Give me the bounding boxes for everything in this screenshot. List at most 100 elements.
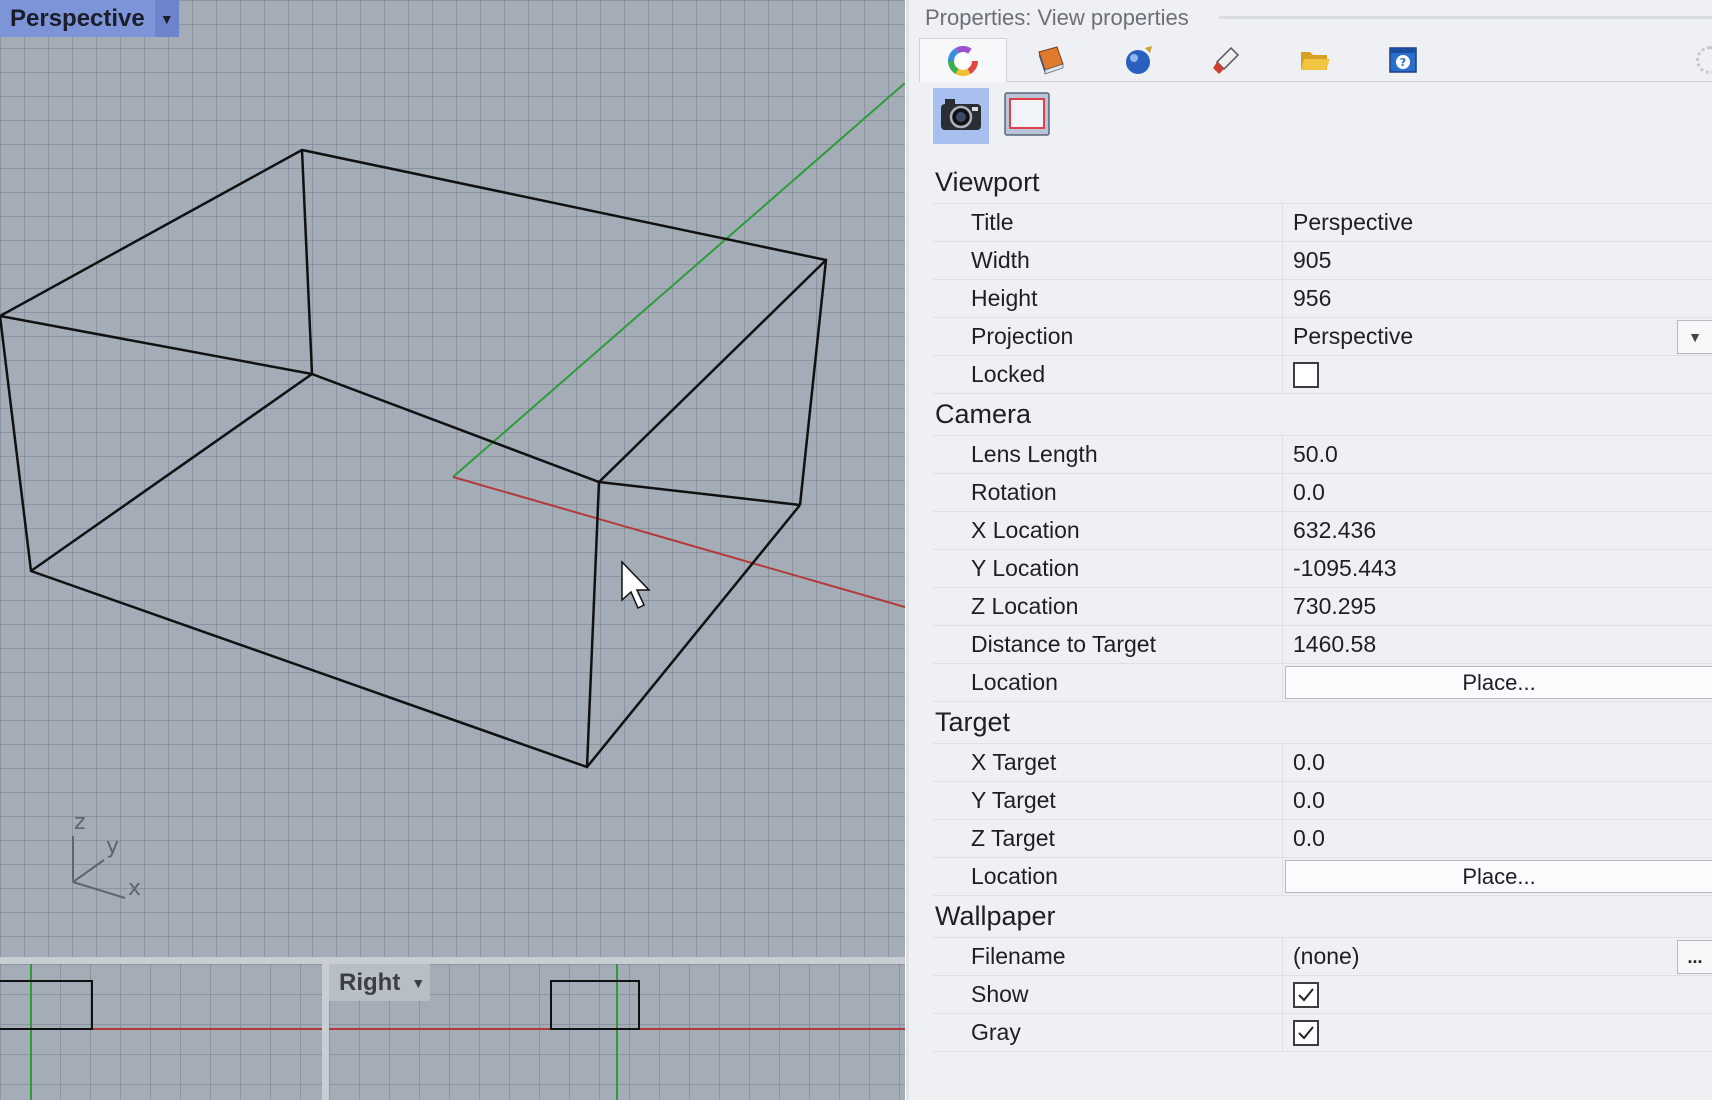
width-field[interactable]: 905 <box>1283 242 1712 279</box>
prop-label: Location <box>933 664 1283 701</box>
prop-label: Gray <box>933 1014 1283 1051</box>
prop-row-locked: Locked <box>933 356 1712 394</box>
prop-label: Z Target <box>933 820 1283 857</box>
prop-row-height: Height 956 <box>933 280 1712 318</box>
height-field[interactable]: 956 <box>1283 280 1712 317</box>
target-place-button[interactable]: Place... <box>1285 860 1712 893</box>
top-scene <box>0 964 322 1100</box>
panel-header-divider <box>1219 16 1712 19</box>
viewport-title[interactable]: Perspective <box>10 5 145 33</box>
projection-value: Perspective <box>1293 323 1414 349</box>
axis-label-y: y <box>106 834 120 859</box>
right-viewport-menu-caret-icon[interactable]: ▼ <box>406 964 430 1001</box>
checkmark-icon <box>1298 1025 1314 1039</box>
mouse-cursor-icon <box>621 560 651 610</box>
x-location-field[interactable]: 632.436 <box>1283 512 1712 549</box>
locked-checkbox[interactable] <box>1293 361 1319 388</box>
perspective-viewport[interactable]: z y x Perspective ▼ <box>0 0 905 957</box>
z-location-field[interactable]: 730.295 <box>1283 588 1712 625</box>
prop-row-distance-to-target: Distance to Target 1460.58 <box>933 626 1712 664</box>
browse-button[interactable]: ... <box>1677 940 1712 974</box>
camera-location-cell: Place... <box>1283 664 1712 701</box>
prop-label: Y Target <box>933 782 1283 819</box>
section-wallpaper-title: Wallpaper <box>933 896 1712 938</box>
prop-row-x-location: X Location 632.436 <box>933 512 1712 550</box>
prop-label: Show <box>933 976 1283 1013</box>
prop-row-gray: Gray <box>933 1014 1712 1052</box>
tab-view-properties[interactable] <box>919 38 1007 82</box>
tab-environment[interactable] <box>1095 38 1183 82</box>
x-target-field[interactable]: 0.0 <box>1283 744 1712 781</box>
prop-label: Z Location <box>933 588 1283 625</box>
viewport-title-tab[interactable]: Perspective ▼ <box>0 0 179 37</box>
show-value-cell <box>1283 976 1712 1013</box>
prop-row-x-target: X Target 0.0 <box>933 744 1712 782</box>
tab-material[interactable] <box>1007 38 1095 82</box>
top-viewport[interactable] <box>0 964 322 1100</box>
right-viewport-title[interactable]: Right <box>339 969 400 997</box>
section-target-title: Target <box>933 702 1712 744</box>
prop-label: Title <box>933 204 1283 241</box>
prop-row-z-location: Z Location 730.295 <box>933 588 1712 626</box>
prop-row-y-location: Y Location -1095.443 <box>933 550 1712 588</box>
color-wheel-icon <box>947 45 979 77</box>
right-viewport-title-tab[interactable]: Right ▼ <box>329 964 431 1001</box>
tab-help[interactable]: ? <box>1359 38 1447 82</box>
prop-label: Rotation <box>933 474 1283 511</box>
prop-row-y-target: Y Target 0.0 <box>933 782 1712 820</box>
prop-row-lens-length: Lens Length 50.0 <box>933 436 1712 474</box>
tab-files[interactable] <box>1271 38 1359 82</box>
viewport-area: z y x Perspective ▼ Right ▼ <box>0 0 905 1100</box>
title-field[interactable]: Perspective <box>1283 204 1712 241</box>
section-camera-title: Camera <box>933 394 1712 436</box>
x-axis-line <box>452 476 905 608</box>
camera-place-button[interactable]: Place... <box>1285 666 1712 699</box>
y-axis-line <box>452 82 905 478</box>
environment-sphere-icon <box>1123 44 1155 76</box>
box-wireframe <box>0 148 828 769</box>
rotation-field[interactable]: 0.0 <box>1283 474 1712 511</box>
locked-value-cell <box>1283 356 1712 393</box>
show-checkbox[interactable] <box>1293 981 1319 1008</box>
prop-row-show: Show <box>933 976 1712 1014</box>
svg-text:?: ? <box>1400 56 1406 69</box>
perspective-scene <box>0 82 905 899</box>
camera-subpage-button[interactable] <box>933 88 989 144</box>
prop-label: Width <box>933 242 1283 279</box>
right-viewport[interactable]: Right ▼ <box>329 964 905 1100</box>
view-subpage-icons <box>933 88 1055 144</box>
y-location-field[interactable]: -1095.443 <box>1283 550 1712 587</box>
axis-label-z: z <box>74 810 86 835</box>
prop-row-rotation: Rotation 0.0 <box>933 474 1712 512</box>
lens-length-field[interactable]: 50.0 <box>1283 436 1712 473</box>
distance-to-target-field[interactable]: 1460.58 <box>1283 626 1712 663</box>
checkmark-icon <box>1298 987 1314 1001</box>
prop-row-camera-location: Location Place... <box>933 664 1712 702</box>
panel-tabs: ? <box>919 38 1712 82</box>
viewport-frame-icon <box>1004 91 1050 141</box>
prop-label: Height <box>933 280 1283 317</box>
axis-label-x: x <box>128 876 142 901</box>
y-target-field[interactable]: 0.0 <box>1283 782 1712 819</box>
prop-label: Projection <box>933 318 1283 355</box>
prop-label: Locked <box>933 356 1283 393</box>
prop-label: Filename <box>933 938 1283 975</box>
prop-label: Y Location <box>933 550 1283 587</box>
prop-row-projection: Projection Perspective ▼ <box>933 318 1712 356</box>
filename-field[interactable]: (none) ... <box>1283 938 1712 975</box>
chevron-down-icon[interactable]: ▼ <box>1677 320 1712 354</box>
prop-row-target-location: Location Place... <box>933 858 1712 896</box>
gray-checkbox[interactable] <box>1293 1019 1319 1046</box>
section-viewport-title: Viewport <box>933 162 1712 204</box>
tab-decal[interactable] <box>1183 38 1271 82</box>
material-book-icon <box>1035 44 1067 76</box>
z-target-field[interactable]: 0.0 <box>1283 820 1712 857</box>
properties-panel: Properties: View properties ? Viewport T… <box>906 0 1712 1100</box>
prop-label: Lens Length <box>933 436 1283 473</box>
viewport-frame-subpage-button[interactable] <box>999 88 1055 144</box>
viewport-menu-caret-icon[interactable]: ▼ <box>154 0 179 37</box>
prop-label: Location <box>933 858 1283 895</box>
projection-select[interactable]: Perspective ▼ <box>1283 318 1712 355</box>
prop-row-width: Width 905 <box>933 242 1712 280</box>
target-location-cell: Place... <box>1283 858 1712 895</box>
